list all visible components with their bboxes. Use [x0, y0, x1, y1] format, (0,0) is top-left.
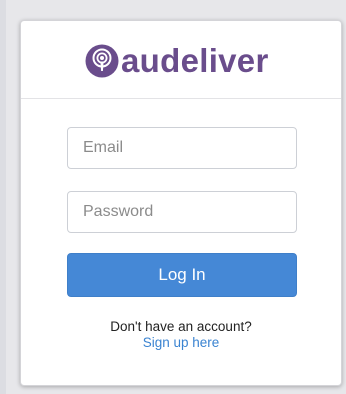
login-button[interactable]: Log In: [67, 253, 297, 297]
login-card: audeliver Log In Don't have an account? …: [20, 20, 342, 386]
brand-logo: audeliver: [85, 41, 269, 81]
podcast-microphone-icon: [85, 44, 119, 78]
password-input[interactable]: [67, 191, 297, 233]
card-header: audeliver: [21, 21, 341, 99]
no-account-text: Don't have an account?: [110, 319, 252, 334]
email-input[interactable]: [67, 127, 297, 169]
brand-name: audeliver: [121, 42, 269, 79]
window-edge: [0, 0, 6, 394]
signup-container: Sign up here: [21, 335, 341, 351]
signup-link[interactable]: Sign up here: [143, 335, 220, 350]
